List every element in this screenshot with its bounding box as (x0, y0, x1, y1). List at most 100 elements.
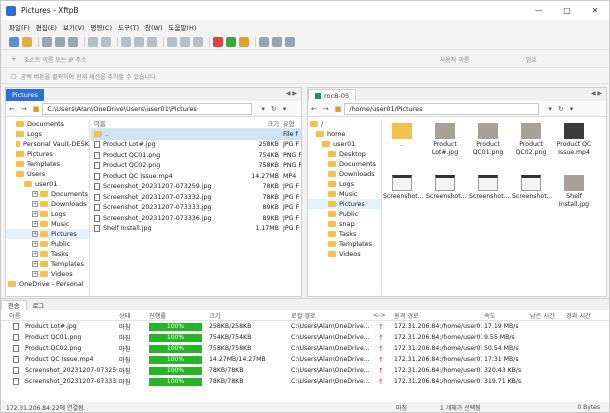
tree-item[interactable]: Logs (308, 179, 381, 189)
transfer-row[interactable]: Product QC02.png 마침 100% 758KB/758KB C:\User… (1, 343, 609, 354)
menu-tools[interactable]: 도구(T) (118, 22, 139, 32)
download-icon[interactable] (134, 36, 144, 47)
tree-item[interactable]: snap (308, 219, 381, 229)
username-input[interactable]: 사용자 이름 (437, 53, 523, 65)
column-header[interactable]: 원격 경로 (394, 310, 419, 321)
expand-icon[interactable]: + (32, 201, 38, 207)
tree-item[interactable]: Personal Vault-DESK (6, 139, 89, 149)
tree-item[interactable]: Pictures (308, 199, 381, 209)
tree-item[interactable]: Public (308, 209, 381, 219)
expand-icon[interactable]: + (32, 271, 38, 277)
tree-item[interactable]: Desktop (308, 149, 381, 159)
file-row[interactable]: Screenshot_20231207-073332.jpg 78KB JPG F (91, 192, 301, 203)
menu-help[interactable]: 도움말(H) (168, 22, 196, 32)
bookmark-down-icon[interactable]: ▾ (545, 105, 555, 113)
close-icon[interactable]: ✕ (581, 1, 609, 20)
menu-command[interactable]: 명령(C) (90, 22, 112, 32)
refresh-icon[interactable] (147, 36, 157, 47)
thumbnail-item[interactable]: Product Lot#.jpg (426, 123, 464, 157)
host-input[interactable]: 호스트 이름 또는 IP 주소 (21, 53, 437, 65)
transfer-row[interactable]: Product Lot#.jpg 마침 100% 258KB/258KB C:\User… (1, 321, 609, 332)
tree-item[interactable]: Music (308, 189, 381, 199)
column-header[interactable]: 로컬 경로 (291, 310, 316, 321)
menu-file[interactable]: 파일(F) (9, 22, 30, 32)
copy-icon[interactable] (88, 36, 98, 47)
thumbnail-item[interactable]: Screenshot... (512, 175, 553, 201)
column-header[interactable]: <-> (373, 310, 386, 321)
help-icon[interactable] (285, 36, 295, 47)
expand-icon[interactable]: + (32, 191, 38, 197)
local-path-input[interactable]: C:\Users\Alan\OneDrive\Users\user01\Pict… (42, 103, 253, 115)
tree-item[interactable]: Documents (6, 119, 89, 129)
transfer-row[interactable]: Product QC Issue.mp4 마침 100% 14.27MB/14.27M… (1, 354, 609, 365)
tree-item[interactable]: + Videos (6, 269, 89, 279)
column-header[interactable]: 상태 (119, 310, 130, 321)
bookmark-icon[interactable] (239, 36, 249, 47)
properties-icon[interactable] (167, 36, 177, 47)
file-row[interactable]: Product QC02.png 758KB PNG F (91, 161, 301, 172)
file-row[interactable]: Screenshot_20231207-073259.jpg 78KB JPG F (91, 182, 301, 193)
column-header[interactable]: 진행률 (149, 310, 166, 321)
thumbnail-item[interactable]: Shelf Install.jpg (555, 175, 593, 209)
tree-item[interactable]: + Music (6, 219, 89, 229)
expand-icon[interactable]: + (32, 241, 38, 247)
col-size[interactable]: 크기 (251, 119, 279, 128)
tree-item[interactable]: Downloads (308, 169, 381, 179)
tree-item[interactable]: Videos (308, 249, 381, 259)
file-row[interactable]: Product QC01.png 754KB PNG F (91, 150, 301, 161)
tree-item[interactable]: Pictures (6, 149, 89, 159)
upload-icon[interactable] (121, 36, 131, 47)
tree-item[interactable]: + Tasks (6, 249, 89, 259)
more-icon[interactable]: ▾ (280, 105, 290, 113)
disconnect-icon[interactable] (55, 36, 65, 47)
file-row[interactable]: Screenshot_20231207-073333.jpg 89KB JPG F (91, 203, 301, 214)
maximize-icon[interactable]: □ (553, 1, 581, 20)
globe-icon[interactable] (193, 36, 203, 47)
transfer-row[interactable]: Product QC01.png 마침 100% 754KB/754KB C:\User… (1, 332, 609, 343)
expand-icon[interactable]: + (32, 251, 38, 257)
layout-icon[interactable] (272, 36, 282, 47)
expand-icon[interactable]: + (32, 261, 38, 267)
tree-item[interactable]: Templates (6, 159, 89, 169)
refresh-path-icon[interactable]: ↻ (555, 105, 567, 113)
expand-icon[interactable]: + (32, 211, 38, 217)
minimize-icon[interactable]: — (525, 1, 553, 20)
tree-item[interactable]: Tasks (308, 229, 381, 239)
tree-item[interactable]: user01 (308, 139, 381, 149)
tree-item[interactable]: + Downloads (6, 199, 89, 209)
paste-icon[interactable] (101, 36, 111, 47)
start-icon[interactable] (226, 36, 236, 47)
tree-item[interactable]: + Logs (6, 209, 89, 219)
tree-item[interactable]: + Public (6, 239, 89, 249)
tab-scroll-icon[interactable]: ◀ ▶ (591, 90, 602, 97)
file-row[interactable]: .. File f (91, 129, 301, 140)
tree-item[interactable]: + Documents (6, 189, 89, 199)
thumbnail-item[interactable]: Product QC Issue.mp4 (555, 123, 593, 157)
gear-icon[interactable] (259, 36, 269, 47)
transfer-row[interactable]: Screenshot_20231207-073332... 마침 100% 78KB/… (1, 376, 609, 387)
stop-icon[interactable] (213, 36, 223, 47)
tree-item[interactable]: Documents (308, 159, 381, 169)
file-row[interactable]: Shelf Install.jpg 1.17MB JPG F (91, 224, 301, 235)
reconnect-icon[interactable] (42, 36, 52, 47)
transfer-row[interactable]: Screenshot_20231207-073259... 마침 100% 78KB/… (1, 365, 609, 376)
expand-icon[interactable]: + (32, 231, 38, 237)
thumbnail-item[interactable]: Screenshot... (469, 175, 510, 201)
file-row[interactable]: Product QC Issue.mp4 14.27MB MP4 (91, 171, 301, 182)
column-header[interactable]: 크기 (209, 310, 220, 321)
bookmark-down-icon[interactable]: ▾ (258, 105, 268, 113)
thumbnail-item[interactable]: Screenshot... (383, 175, 424, 201)
menu-edit[interactable]: 편집(E) (36, 22, 57, 32)
tab-local[interactable]: Pictures (6, 89, 44, 101)
remote-path-input[interactable]: /home/user01/Pictures (344, 103, 540, 115)
column-header[interactable]: 남은 시간 (530, 310, 555, 321)
col-type[interactable]: 유형 (279, 119, 301, 128)
tree-item[interactable]: Logs (6, 129, 89, 139)
tree-item[interactable]: user01 (6, 179, 89, 189)
thumbnail-item[interactable]: Product QC02.png (512, 123, 550, 157)
menu-window[interactable]: 창(W) (145, 22, 162, 32)
column-header[interactable]: 속도 (484, 310, 495, 321)
column-header[interactable]: 이름 (9, 310, 20, 321)
tree-item[interactable]: home (308, 129, 381, 139)
expand-icon[interactable]: + (32, 221, 38, 227)
